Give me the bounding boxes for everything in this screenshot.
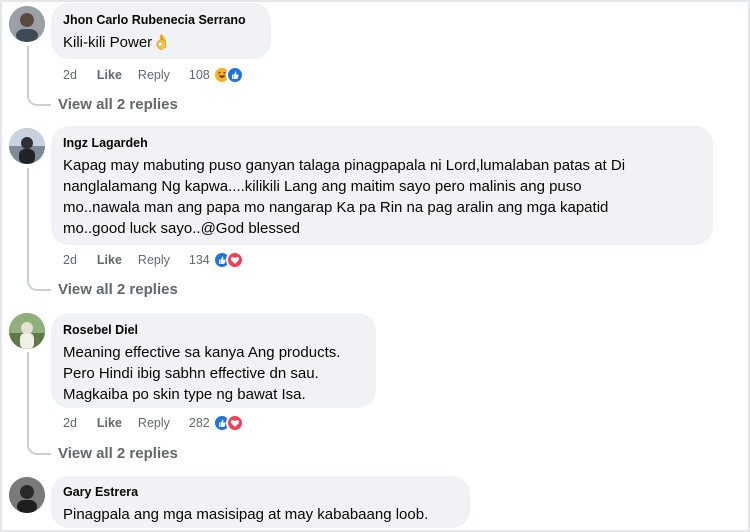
comment-text-line: nanglalamang Ng kapwa....kilikili Lang a… bbox=[63, 178, 582, 195]
comment-text-line: mo..nawala man ang papa mo nangarap Ka p… bbox=[63, 199, 609, 216]
profile-photo bbox=[9, 128, 45, 164]
thread-line bbox=[27, 168, 29, 283]
view-replies-link[interactable]: View all 2 replies bbox=[58, 445, 178, 462]
avatar[interactable] bbox=[9, 128, 45, 164]
comment-text: Pinagpala ang mga masisipag at may kabab… bbox=[63, 506, 429, 523]
comment-text-line: mo..good luck sayo..@God blessed bbox=[63, 220, 301, 237]
comment-text-line: Meaning effective sa kanya Ang products. bbox=[63, 344, 341, 361]
thread-connector bbox=[27, 444, 51, 455]
comment-text: Kili-kili Power👌 bbox=[63, 34, 171, 51]
like-button[interactable]: Like bbox=[97, 253, 122, 267]
comment-text-line: Pero Hindi ibig sabhn effective dn sau. bbox=[63, 365, 319, 382]
view-replies-link[interactable]: View all 2 replies bbox=[58, 96, 178, 113]
comment-author[interactable]: Rosebel Diel bbox=[63, 322, 364, 338]
avatar[interactable] bbox=[9, 6, 45, 42]
thread-connector bbox=[27, 95, 51, 106]
comment-text-line: Magkaiba po skin type ng bawat Isa. bbox=[63, 386, 306, 403]
comment-bubble: Jhon Carlo Rubenecia Serrano Kili-kili P… bbox=[51, 3, 271, 59]
comment-actions: 2d Like Reply 108 bbox=[63, 66, 244, 84]
profile-photo bbox=[9, 477, 45, 513]
thread-line bbox=[27, 352, 29, 447]
comment-author[interactable]: Gary Estrera bbox=[63, 484, 458, 500]
reaction-count[interactable]: 134 bbox=[189, 253, 210, 267]
like-button[interactable]: Like bbox=[97, 68, 122, 82]
profile-photo bbox=[9, 313, 45, 349]
like-reaction-icon bbox=[225, 66, 244, 84]
like-button[interactable]: Like bbox=[97, 416, 122, 430]
reply-button[interactable]: Reply bbox=[138, 416, 170, 430]
comment-actions: 2d Like Reply 282 bbox=[63, 414, 244, 432]
comment-actions: 2d Like Reply 134 bbox=[63, 251, 244, 269]
avatar[interactable] bbox=[9, 313, 45, 349]
reply-button[interactable]: Reply bbox=[138, 253, 170, 267]
comment-timestamp[interactable]: 2d bbox=[63, 68, 77, 82]
comment-bubble: Gary Estrera Pinagpala ang mga masisipag… bbox=[51, 476, 470, 528]
comment-bubble: Ingz Lagardeh Kapag may mabuting puso ga… bbox=[51, 126, 713, 245]
comment-text-line: Kapag may mabuting puso ganyan talaga pi… bbox=[63, 157, 626, 174]
thread-line bbox=[27, 46, 29, 98]
thread-connector bbox=[27, 280, 51, 291]
comment-author[interactable]: Ingz Lagardeh bbox=[63, 135, 701, 151]
reaction-count[interactable]: 108 bbox=[189, 68, 210, 82]
comment-author[interactable]: Jhon Carlo Rubenecia Serrano bbox=[63, 12, 259, 28]
view-replies-link[interactable]: View all 2 replies bbox=[58, 281, 178, 298]
profile-photo bbox=[9, 6, 45, 42]
love-reaction-icon bbox=[225, 414, 244, 432]
comment-timestamp[interactable]: 2d bbox=[63, 253, 77, 267]
avatar[interactable] bbox=[9, 477, 45, 513]
reaction-count[interactable]: 282 bbox=[189, 416, 210, 430]
reply-button[interactable]: Reply bbox=[138, 68, 170, 82]
comment-bubble: Rosebel Diel Meaning effective sa kanya … bbox=[51, 313, 376, 408]
love-reaction-icon bbox=[225, 251, 244, 269]
comment-timestamp[interactable]: 2d bbox=[63, 416, 77, 430]
